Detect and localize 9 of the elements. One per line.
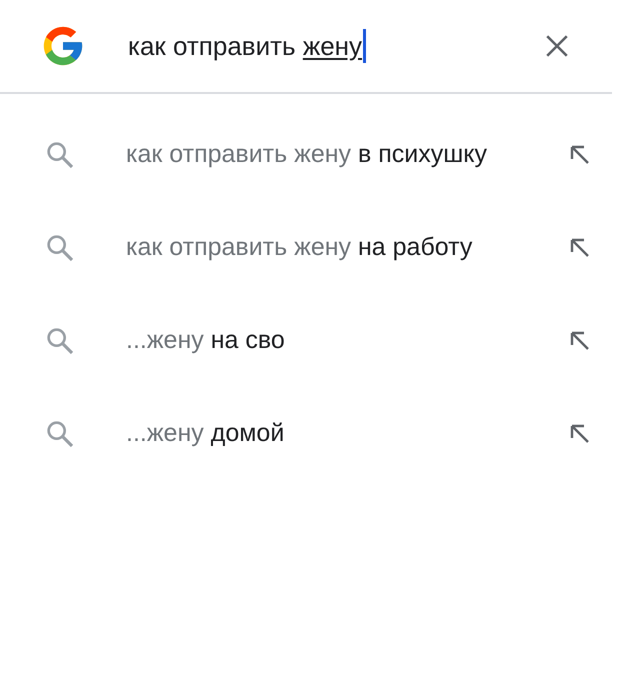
suggestion-item[interactable]: как отправить жену в психушку — [0, 108, 640, 201]
suggestion-text: ...жену на сво — [126, 325, 286, 356]
suggestion-text: как отправить жену на работу — [126, 232, 474, 263]
search-field[interactable]: как отправить жену — [128, 29, 542, 63]
suggestion-text: ...жену домой — [126, 418, 286, 449]
suggestion-item[interactable]: ...жену домой — [0, 387, 640, 480]
suggestion-item[interactable]: ...жену на сво — [0, 294, 640, 387]
suggestion-item[interactable]: как отправить жену на работу — [0, 201, 640, 294]
suggestion-text: как отправить жену в психушку — [126, 139, 488, 170]
